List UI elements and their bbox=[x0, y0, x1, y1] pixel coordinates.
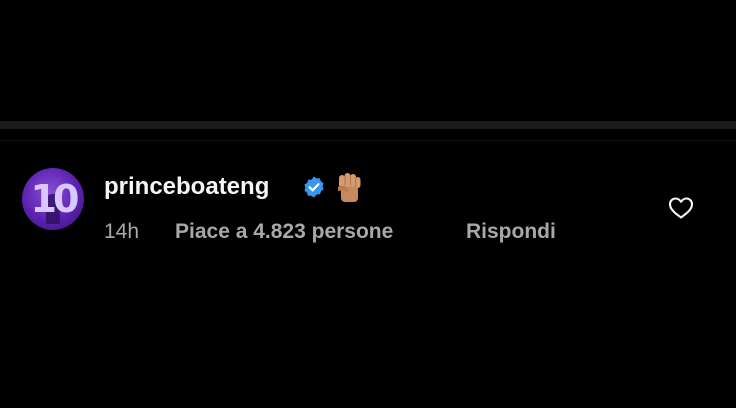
verified-badge-icon bbox=[304, 176, 324, 198]
raised-fist-icon bbox=[338, 173, 361, 202]
comment-row: 10 princeboateng 14h Piace a 4.823 perso… bbox=[0, 141, 736, 281]
heart-outline-icon[interactable] bbox=[668, 196, 694, 220]
likes-count-link[interactable]: Piace a 4.823 persone bbox=[175, 218, 393, 246]
username-link[interactable]: princeboateng bbox=[104, 172, 269, 202]
reply-button[interactable]: Rispondi bbox=[466, 218, 556, 246]
section-divider-band bbox=[0, 121, 736, 129]
comment-timestamp: 14h bbox=[104, 220, 140, 243]
avatar-number: 10 bbox=[30, 177, 80, 221]
avatar[interactable]: 10 bbox=[22, 168, 84, 230]
